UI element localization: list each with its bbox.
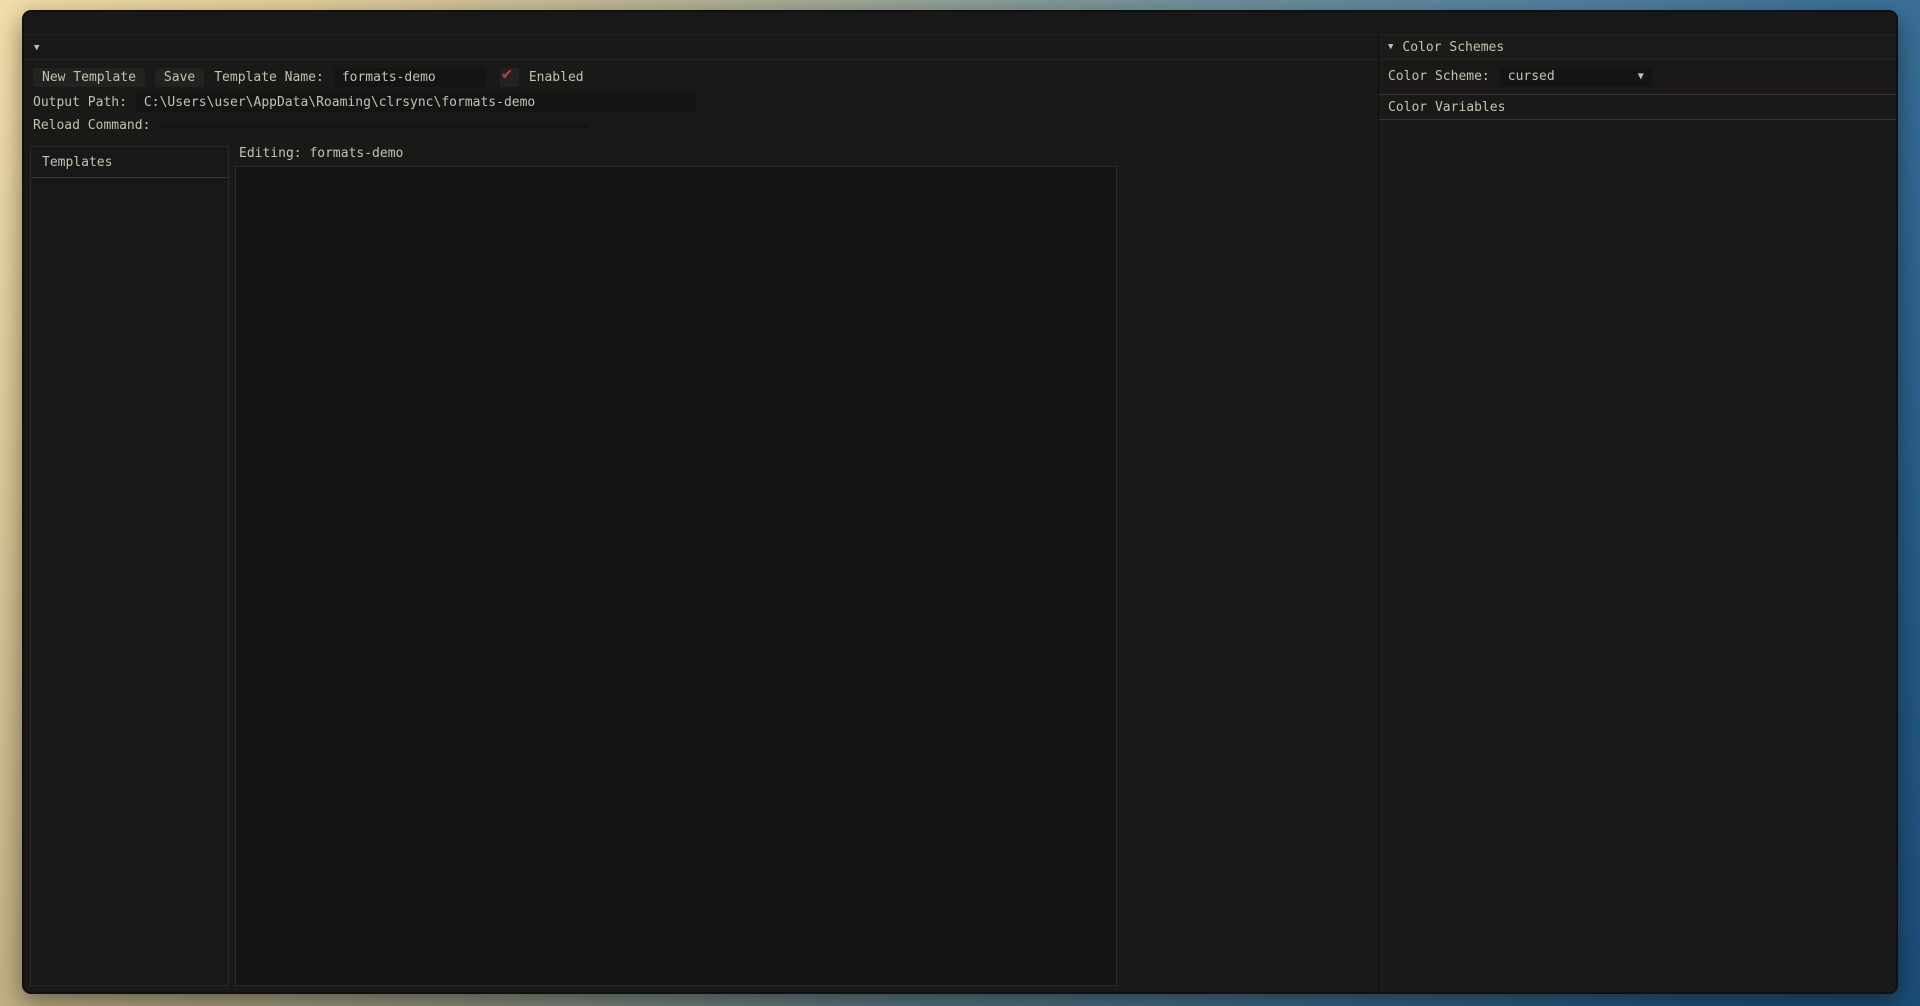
color-scheme-value: cursed [1508,69,1555,84]
panels-area: Templates Editing: formats-demo [24,137,1378,992]
chevron-down-icon: ▼ [1638,71,1644,82]
collapse-icon[interactable]: ▼ [1388,42,1393,52]
template-toolbar: New Template Save Template Name: formats… [24,60,1378,91]
templates-list-panel: Templates [30,146,229,986]
main-area: ▼ New Template Save Template Name: forma… [24,35,1896,992]
divider [1379,94,1896,95]
output-path-input[interactable]: C:\Users\user\AppData\Roaming\clrsync\fo… [136,93,696,112]
color-variables-title: Color Variables [1379,97,1896,119]
template-editor[interactable] [235,166,1117,986]
output-path-label: Output Path: [33,95,127,110]
reload-command-label: Reload Command: [33,118,150,133]
templates-window: ▼ New Template Save Template Name: forma… [24,35,1378,992]
color-variables-body [1379,122,1896,992]
color-schemes-title: Color Schemes [1402,40,1504,55]
template-name-label: Template Name: [214,70,324,85]
color-schemes-window: ▼ Color Schemes Color Scheme: cursed ▼ C… [1378,35,1896,992]
color-scheme-label: Color Scheme: [1388,69,1490,84]
editor-column: Editing: formats-demo [235,146,1117,986]
save-template-button[interactable]: Save [155,68,204,87]
divider [1379,119,1896,120]
output-path-row: Output Path: C:\Users\user\AppData\Roami… [24,91,1378,114]
app-window: ▼ New Template Save Template Name: forma… [22,10,1898,994]
new-template-button[interactable]: New Template [33,68,145,87]
checkmark-icon: ✔ [502,64,512,84]
enabled-label: Enabled [529,70,584,85]
templates-panel-title: Templates [31,152,228,178]
color-schemes-header: ▼ Color Schemes [1379,35,1896,60]
editor-title: Editing: formats-demo [235,146,1117,166]
menu-bar [24,12,1896,35]
desktop-background: ▼ New Template Save Template Name: forma… [0,0,1920,1006]
color-scheme-select[interactable]: cursed ▼ [1500,67,1652,86]
enabled-checkbox[interactable]: ✔ [500,68,519,87]
collapse-icon[interactable]: ▼ [34,43,39,53]
scheme-selector-row: Color Scheme: cursed ▼ [1379,60,1896,91]
tab-bar: ▼ [24,35,1378,60]
reload-command-input[interactable] [159,124,589,128]
template-name-input[interactable]: formats-demo [334,68,486,87]
reload-command-row: Reload Command: [24,114,1378,137]
